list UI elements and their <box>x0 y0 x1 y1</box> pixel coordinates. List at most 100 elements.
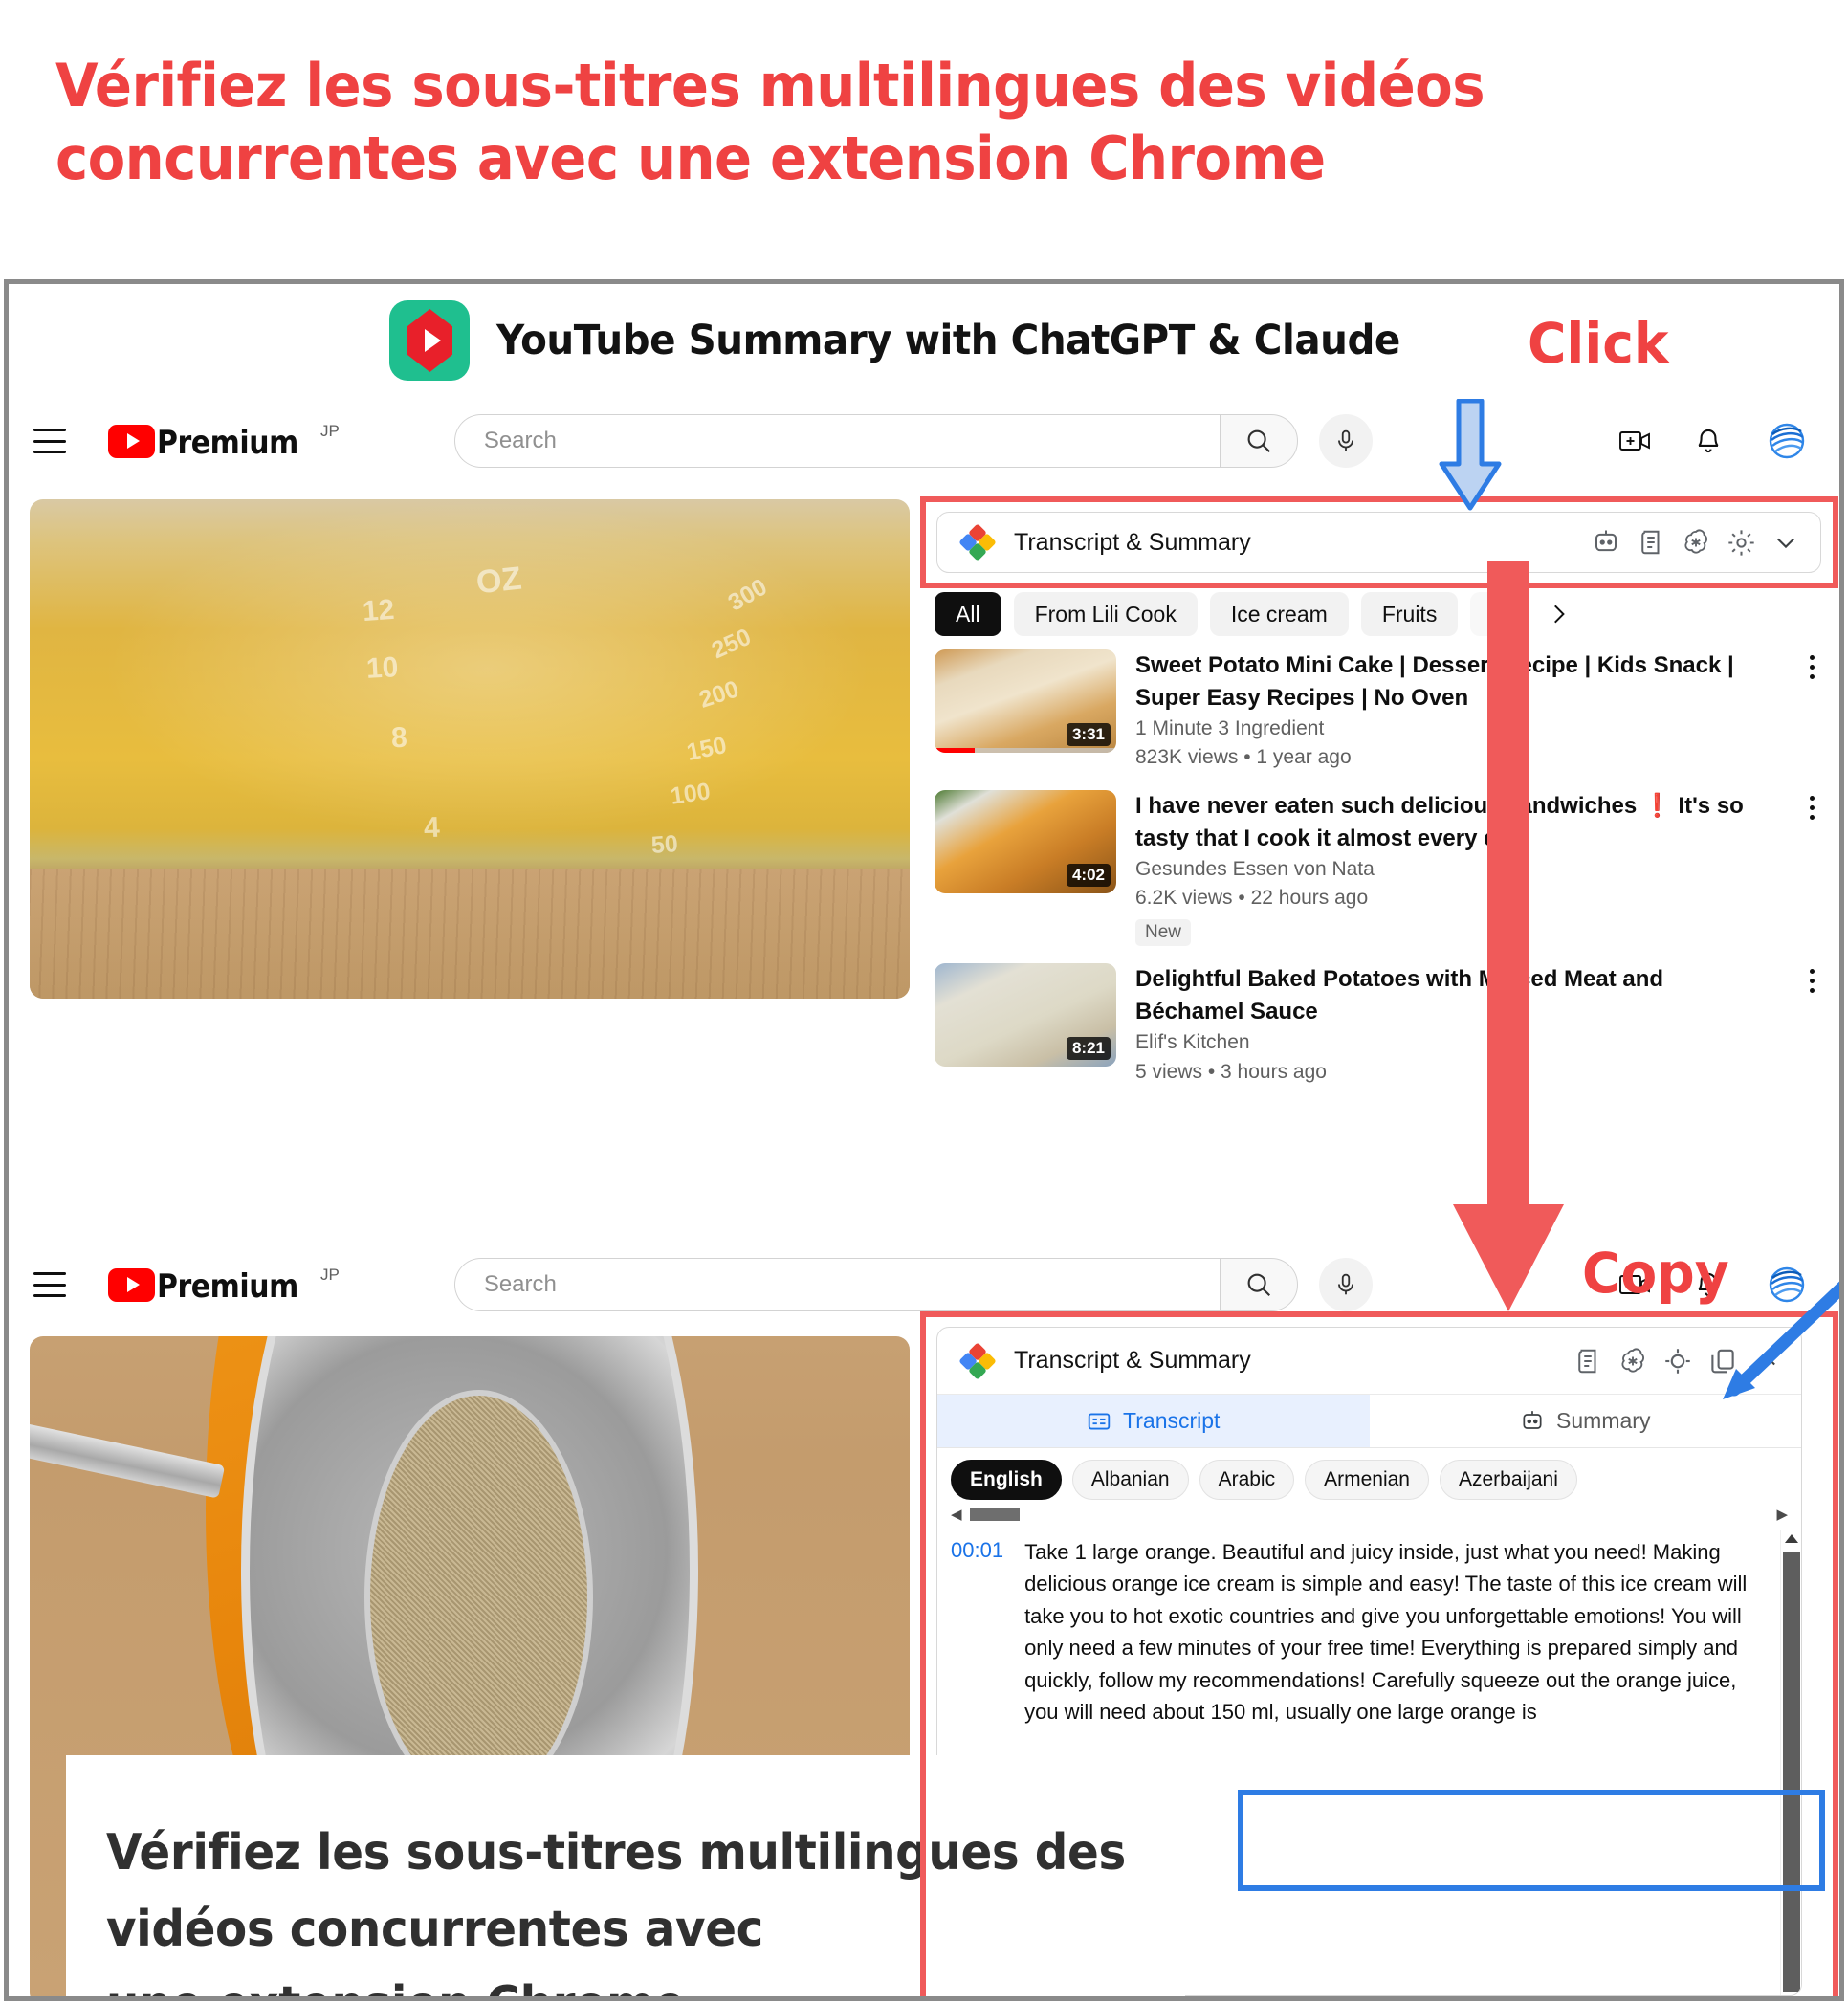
logo-superscript: JP <box>319 1265 340 1284</box>
transcript-vertical-scrollbar[interactable] <box>1780 1530 1801 1995</box>
transcript-summary-logo-icon <box>958 1342 997 1380</box>
tab-summary-label: Summary <box>1556 1408 1651 1433</box>
logo-word: Premium <box>157 423 298 462</box>
video-duration: 8:21 <box>1066 1037 1111 1061</box>
lang-chip-albanian[interactable]: Albanian <box>1071 1460 1189 1500</box>
annotation-copy-label: Copy <box>1582 1241 1729 1306</box>
caret-left-icon[interactable]: ◀ <box>951 1506 962 1523</box>
status-badge: New <box>1135 919 1192 947</box>
language-scrollbar[interactable]: ◀ ▶ <box>937 1504 1801 1530</box>
robot-icon[interactable] <box>1592 528 1620 557</box>
caret-right-icon[interactable]: ▶ <box>1776 1506 1788 1523</box>
youtube-premium-logo[interactable]: Premium JP <box>108 421 340 462</box>
avatar[interactable] <box>1765 419 1809 463</box>
list-item[interactable]: 4:02 I have never eaten such delicious s… <box>935 789 1824 947</box>
voice-search-button[interactable] <box>1318 414 1373 468</box>
logo-word: Premium <box>157 1266 298 1306</box>
target-icon[interactable] <box>1663 1347 1692 1376</box>
scrollbar-thumb-vertical[interactable] <box>1783 1552 1800 1992</box>
screenshot-frame: YouTube Summary with ChatGPT & Claude Pr… <box>4 279 1844 2001</box>
list-item[interactable]: 8:21 Delightful Baked Potatoes with Minc… <box>935 963 1824 1087</box>
filter-chip-row: All From Lili Cook Ice cream Fruits K <box>935 590 1824 638</box>
chip-from-lili-cook[interactable]: From Lili Cook <box>1013 592 1198 636</box>
search-button[interactable] <box>1219 1258 1298 1311</box>
arrow-red-long <box>1441 561 1575 1317</box>
transcript-summary-bar[interactable]: Transcript & Summary <box>936 512 1821 573</box>
transcript-row[interactable]: 00:01 Take 1 large orange. Beautiful and… <box>951 1536 1767 1728</box>
video-thumbnail[interactable]: 4:02 <box>935 789 1116 893</box>
video-thumbnail[interactable]: 8:21 <box>935 963 1116 1068</box>
youtube-play-icon <box>108 1267 155 1302</box>
tab-transcript[interactable]: Transcript <box>937 1395 1370 1447</box>
search-placeholder: Search <box>483 428 557 453</box>
chip-all[interactable]: All <box>935 592 1001 636</box>
lang-chip-armenian[interactable]: Armenian <box>1305 1460 1429 1500</box>
search-area: Search <box>453 414 1373 468</box>
video-duration: 4:02 <box>1066 863 1111 887</box>
annotation-click-label: Click <box>1528 311 1669 376</box>
caption-line-2: vidéos concurrentes avec <box>106 1900 763 1958</box>
transcript-summary-actions <box>1592 528 1799 558</box>
search-input[interactable]: Search <box>453 414 1220 468</box>
channel-avatar-overlay[interactable] <box>824 914 883 974</box>
search-input[interactable]: Search <box>453 1258 1220 1311</box>
lang-chip-arabic[interactable]: Arabic <box>1199 1460 1295 1500</box>
magnifier-icon <box>1247 429 1270 453</box>
lang-chip-azerbaijani[interactable]: Azerbaijani <box>1440 1460 1577 1500</box>
video-thumbnail[interactable]: 3:31 <box>935 649 1116 753</box>
transcript-scroll-icon[interactable] <box>1573 1347 1602 1376</box>
header-actions-top <box>1619 419 1839 463</box>
search-button[interactable] <box>1219 414 1298 468</box>
chevron-down-icon[interactable] <box>1772 529 1799 556</box>
caption-overlay-box: Vérifiez les sous-titres multilingues de… <box>66 1755 1185 1996</box>
youtube-play-icon <box>108 424 155 458</box>
microphone-icon <box>1337 1273 1353 1295</box>
extension-logo-icon <box>389 300 471 381</box>
youtube-premium-logo[interactable]: Premium JP <box>108 1265 340 1306</box>
openai-swirl-icon[interactable] <box>1618 1347 1647 1376</box>
openai-swirl-icon[interactable] <box>1682 528 1710 557</box>
tab-transcript-label: Transcript <box>1123 1408 1221 1433</box>
video-duration: 3:31 <box>1066 723 1111 746</box>
logo-superscript: JP <box>319 421 340 440</box>
create-video-icon[interactable] <box>1619 429 1652 453</box>
video-overflow-menu-icon[interactable] <box>1799 649 1824 773</box>
bell-icon[interactable] <box>1694 426 1723 456</box>
magnifier-icon <box>1247 1273 1270 1297</box>
recommended-video-list: 3:31 Sweet Potato Mini Cake | Dessert Re… <box>935 649 1824 1087</box>
panel-header: Transcript & Summary <box>937 1328 1801 1395</box>
account-avatar-globe <box>1767 421 1807 461</box>
transcript-timestamp[interactable]: 00:01 <box>951 1536 1003 1728</box>
transcript-summary-logo-icon <box>958 523 997 561</box>
lang-chip-english[interactable]: English <box>951 1460 1062 1500</box>
hamburger-menu-icon[interactable] <box>33 1272 66 1297</box>
caption-line-1: Vérifiez les sous-titres multilingues de… <box>106 1824 1126 1882</box>
transcript-text: Take 1 large orange. Beautiful and juicy… <box>1024 1540 1748 1725</box>
measuring-cup-marks: OZ 12 10 8 4 300 250 200 150 100 50 <box>361 561 772 859</box>
video-overflow-menu-icon[interactable] <box>1799 963 1824 1087</box>
page-title-banner: Vérifiez les sous-titres multilingues de… <box>0 0 1848 279</box>
arrow-blue-diagonal <box>1713 1277 1839 1401</box>
extension-name: YouTube Summary with ChatGPT & Claude <box>496 317 1401 364</box>
robot-icon <box>1523 1410 1542 1429</box>
scroll-up-arrow-icon[interactable] <box>1785 1534 1798 1543</box>
list-item[interactable]: 3:31 Sweet Potato Mini Cake | Dessert Re… <box>935 649 1824 773</box>
scrollbar-thumb[interactable] <box>969 1508 1020 1521</box>
watch-progress-bar <box>935 748 1116 753</box>
caption-line-3: une extension Chrome <box>106 1968 1072 1996</box>
transcript-summary-title: Transcript & Summary <box>1014 528 1251 556</box>
voice-search-button[interactable] <box>1318 1258 1373 1311</box>
hamburger-menu-icon[interactable] <box>33 429 66 453</box>
transcript-scroll-icon[interactable] <box>1637 528 1665 557</box>
microphone-icon <box>1337 429 1353 451</box>
scrollbar-track[interactable] <box>969 1508 1770 1521</box>
video-overflow-menu-icon[interactable] <box>1799 790 1824 947</box>
chip-ice-cream[interactable]: Ice cream <box>1209 592 1349 636</box>
panel-tabs: Transcript Summary <box>937 1395 1801 1448</box>
video-player-top[interactable]: OZ 12 10 8 4 300 250 200 150 100 50 <box>30 499 910 999</box>
youtube-header-top: Premium JP Search <box>9 397 1839 485</box>
search-area: Search <box>453 1258 1373 1311</box>
page-title-line-2: concurrentes avec une extension Chrome <box>55 123 1326 194</box>
gear-icon[interactable] <box>1727 528 1756 558</box>
tab-summary[interactable]: Summary <box>1370 1395 1802 1447</box>
